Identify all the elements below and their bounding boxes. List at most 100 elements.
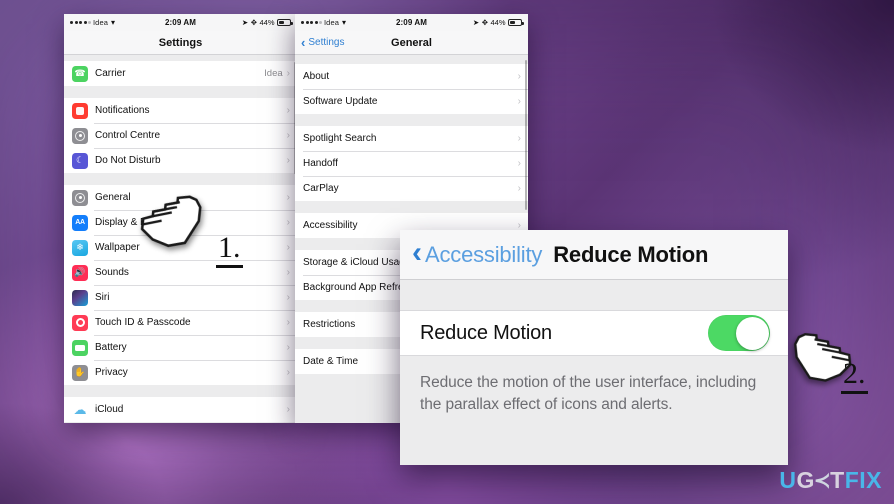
watermark-g: G [796,467,815,493]
sidebar-item-icloud[interactable]: ☁ iCloud › [64,397,297,422]
nav-bar-settings: Settings [64,31,297,55]
list-item-spotlight-search[interactable]: Spotlight Search › [295,126,528,151]
list-item-about[interactable]: About › [295,64,528,89]
chevron-right-icon: › [286,241,290,253]
nav-bar-general: ‹ Settings General [295,31,528,55]
touch-id-passcode-icon [72,314,88,331]
step-number-two: 2. [841,358,868,394]
status-bar-clock: 2:09 AM [164,18,197,27]
settings-group-icloud: ☁ iCloud › [64,397,297,422]
general-group-spotlight: Spotlight Search › Handoff › CarPlay › [295,126,528,201]
row-label: About [303,71,330,82]
reduce-motion-row[interactable]: Reduce Motion [400,310,788,356]
scrollbar-right[interactable] [524,60,527,210]
row-label: Siri [95,292,110,303]
sidebar-item-siri[interactable]: Siri › [64,285,297,310]
chevron-right-icon: › [517,70,521,82]
watermark-logo: U G ≺ T FIX [779,467,882,494]
hand-pointer-cursor [140,195,202,248]
chevron-right-icon: › [517,182,521,194]
sidebar-item-control-centre[interactable]: Control Centre › [64,123,297,148]
row-label: Date & Time [303,356,359,367]
reduce-motion-toggle[interactable] [708,315,770,351]
row-label: Notifications [95,105,150,116]
list-item-software-update[interactable]: Software Update › [295,89,528,114]
phone-icon: ☎ [72,65,88,82]
row-label: Sounds [95,267,129,278]
list-gap [295,55,528,64]
step-number-one: 1. [216,232,243,268]
privacy-icon: ✋ [72,364,88,381]
icloud-icon: ☁ [72,401,88,418]
sidebar-item-battery[interactable]: Battery › [64,335,297,360]
display-brightness-icon: AA [72,214,88,231]
control-centre-icon [72,127,88,144]
sidebar-item-do-not-disturb[interactable]: ☾ Do Not Disturb › [64,148,297,173]
sidebar-item-touch-id-passcode[interactable]: Touch ID & Passcode › [64,310,297,335]
page-title: Reduce Motion [553,241,709,267]
status-bar-right: Idea ▾ 2:09 AM ➤ ✥ 44% [295,14,528,31]
row-label: iCloud [95,404,124,415]
list-item-handoff[interactable]: Handoff › [295,151,528,176]
list-gap [295,114,528,126]
general-icon [72,189,88,206]
sidebar-item-sounds[interactable]: 🔊 Sounds › [64,260,297,285]
chevron-right-icon: › [517,132,521,144]
reduce-motion-panel: ‹ Accessibility Reduce Motion Reduce Mot… [400,230,788,465]
chevron-right-icon: › [286,341,290,353]
panel-gap [400,280,788,310]
general-group-about: About › Software Update › [295,64,528,114]
wallpaper-icon: ❄ [72,239,88,256]
battery-icon [508,19,524,26]
row-label: Accessibility [303,220,358,231]
row-label: Storage & iCloud Usage [303,257,411,268]
sidebar-item-privacy[interactable]: ✋ Privacy › [64,360,297,385]
watermark-arrow-icon: ≺ [813,470,832,492]
list-item-carplay[interactable]: CarPlay › [295,176,528,201]
chevron-right-icon: › [286,67,290,79]
chevron-right-icon: › [286,366,290,378]
row-value: Idea [264,68,283,79]
settings-group-carrier: ☎ Carrier Idea › [64,61,297,86]
list-gap [295,201,528,213]
watermark-u: U [779,467,797,493]
chevron-left-icon[interactable]: ‹ [412,238,422,268]
back-button-label[interactable]: Accessibility [425,242,542,268]
watermark-t: T [830,467,845,493]
battery-icon [72,339,88,356]
battery-icon [277,19,293,26]
list-gap [64,86,297,98]
row-label: Handoff [303,158,338,169]
page-title: Settings [158,36,203,49]
screenshot-stage: Idea ▾ 2:09 AM ➤ ✥ 44% Settings ☎ Carrie… [0,0,894,504]
row-label: CarPlay [303,183,339,194]
status-bar-left: Idea ▾ 2:09 AM ➤ ✥ 44% [64,14,297,31]
row-label: Do Not Disturb [95,155,161,166]
chevron-right-icon: › [517,219,521,231]
chevron-right-icon: › [286,316,290,328]
row-label: Software Update [303,96,378,107]
reduce-motion-label: Reduce Motion [420,321,552,344]
list-gap [64,173,297,185]
list-gap [64,385,297,397]
settings-group-notifications: Notifications › Control Centre › ☾ Do No… [64,98,297,173]
chevron-right-icon: › [286,291,290,303]
sidebar-item-notifications[interactable]: Notifications › [64,98,297,123]
row-label: Spotlight Search [303,133,377,144]
status-bar-clock: 2:09 AM [395,18,428,27]
row-label: General [95,192,131,203]
row-label: Control Centre [95,130,161,141]
reduce-motion-nav-bar: ‹ Accessibility Reduce Motion [400,230,788,280]
chevron-right-icon: › [517,95,521,107]
chevron-right-icon: › [286,104,290,116]
reduce-motion-description: Reduce the motion of the user interface,… [420,374,757,414]
chevron-right-icon: › [286,216,290,228]
chevron-right-icon: › [286,129,290,141]
chevron-right-icon: › [286,266,290,278]
sidebar-item-carrier[interactable]: ☎ Carrier Idea › [64,61,297,86]
back-button[interactable]: ‹ Settings [301,36,344,49]
watermark-fix: FIX [844,467,882,493]
chevron-right-icon: › [286,403,290,415]
row-label: Carrier [95,68,126,79]
notifications-icon [72,102,88,119]
